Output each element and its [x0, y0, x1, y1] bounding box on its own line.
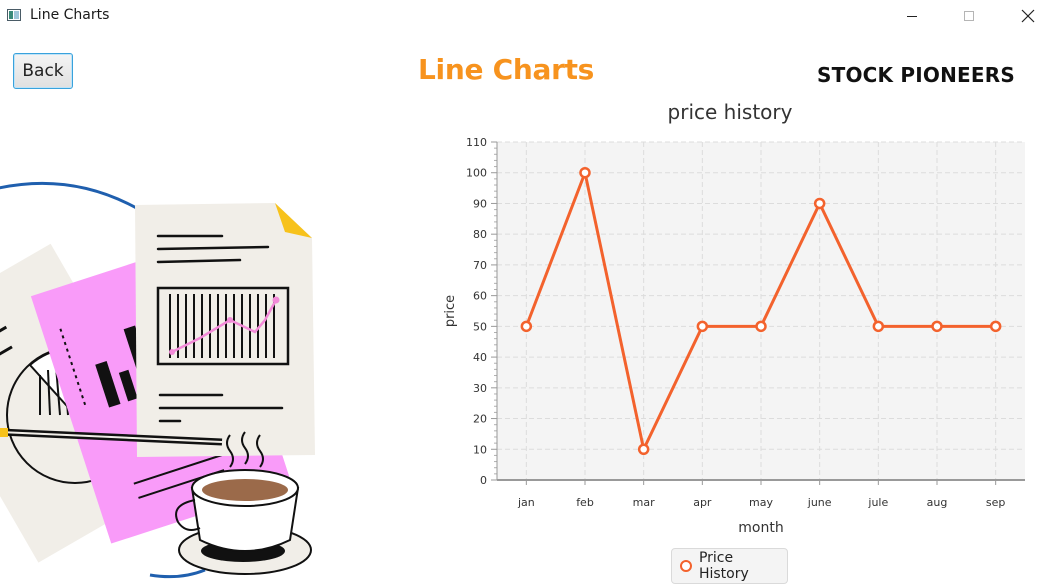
back-button[interactable]: Back [13, 53, 73, 89]
minimize-icon [907, 16, 917, 17]
y-axis-label: price [443, 295, 458, 327]
y-tick-label: 0 [480, 474, 487, 487]
data-point [696, 320, 709, 333]
window-title: Line Charts [30, 7, 110, 23]
data-point [637, 443, 650, 456]
data-point [520, 320, 533, 333]
x-tick-label: aug [927, 496, 948, 509]
line-chart: price history 0102030405060708090100110 … [443, 100, 1025, 536]
x-tick-label: jan [517, 496, 535, 509]
x-tick-label: may [749, 496, 773, 509]
close-icon [1021, 9, 1035, 23]
y-tick-label: 10 [473, 443, 487, 456]
x-tick-label: jule [867, 496, 888, 509]
y-tick-label: 20 [473, 413, 487, 426]
brand-name: STOCK PIONEERS [817, 63, 1015, 87]
y-tick-label: 90 [473, 197, 487, 210]
maximize-button[interactable] [946, 0, 992, 32]
app-window: Line Charts Back Line Charts STOCK PIONE… [0, 0, 1056, 587]
y-tick-label: 110 [466, 136, 487, 149]
data-point [813, 197, 826, 210]
x-tick-label: apr [693, 496, 712, 509]
minimize-button[interactable] [889, 0, 935, 32]
x-tick-label: feb [576, 496, 594, 509]
chart-legend: Price History [671, 548, 788, 584]
y-tick-label: 80 [473, 228, 487, 241]
x-tick-label: mar [633, 496, 655, 509]
y-tick-label: 60 [473, 290, 487, 303]
legend-symbol [680, 560, 692, 572]
maximize-icon [964, 11, 974, 21]
y-tick-label: 30 [473, 382, 487, 395]
documents-coffee-illustration [0, 181, 315, 579]
y-tick-label: 70 [473, 259, 487, 272]
title-bar: Line Charts [0, 0, 1056, 32]
chart-title: price history [668, 100, 793, 124]
close-button[interactable] [1005, 0, 1051, 32]
x-tick-label: june [807, 496, 832, 509]
data-point [872, 320, 885, 333]
legend-label: Price History [698, 550, 749, 582]
x-tick-label: sep [986, 496, 1005, 509]
data-point [755, 320, 767, 333]
page-title: Line Charts [418, 53, 595, 86]
data-point [931, 320, 943, 333]
x-axis-label: month [738, 520, 783, 536]
y-tick-label: 100 [466, 167, 487, 180]
data-point [579, 166, 591, 179]
app-icon [7, 9, 21, 21]
y-tick-label: 50 [473, 320, 487, 333]
y-tick-label: 40 [473, 351, 487, 364]
data-point [989, 320, 1002, 333]
